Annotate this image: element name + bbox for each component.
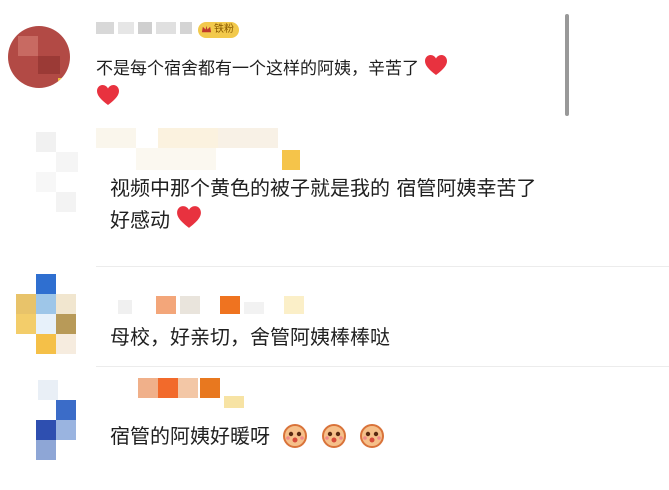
comment-text: 不是每个宿舍都有一个这样的阿姨，辛苦了 — [96, 54, 448, 81]
comment-item: 母校，好亲切，舍管阿姨棒棒哒 — [0, 266, 669, 367]
comment-text-line: 母校，好亲切，舍管阿姨棒棒哒 — [110, 325, 390, 349]
heart-icon — [177, 206, 202, 228]
comment-text-line: 好感动 — [110, 208, 170, 232]
comment-text: 宿管的阿姨好暖呀 — [110, 420, 385, 452]
avatar[interactable] — [14, 274, 76, 356]
comment-text-line: 不是每个宿舍都有一个这样的阿姨，辛苦了 — [96, 59, 419, 79]
comment-text-line: 宿管的阿姨好暖呀 — [110, 424, 270, 448]
scrollbar[interactable] — [565, 14, 569, 116]
heart-icon — [97, 85, 119, 105]
crown-icon — [201, 25, 212, 33]
kiss-face-icon — [321, 424, 346, 448]
username-blurred[interactable] — [96, 20, 196, 36]
username-blurred[interactable] — [96, 128, 306, 174]
comment-text: 视频中那个黄色的被子就是我的 宿管阿姨幸苦了 好感动 — [110, 172, 536, 236]
comment-item: 铁粉 不是每个宿舍都有一个这样的阿姨，辛苦了 — [0, 0, 669, 120]
kiss-face-icon — [360, 424, 385, 448]
comment-text-line-2: 好感动 — [110, 204, 536, 236]
avatar[interactable] — [8, 26, 70, 88]
fan-badge: 铁粉 — [198, 22, 239, 38]
heart-icon — [425, 55, 448, 75]
comment-item: 视频中那个黄色的被子就是我的 宿管阿姨幸苦了 好感动 — [0, 120, 669, 267]
comment-item: 宿管的阿姨好暖呀 — [0, 366, 669, 490]
kiss-face-icon — [283, 424, 308, 448]
comment-text-line: 视频中那个黄色的被子就是我的 宿管阿姨幸苦了 — [110, 176, 537, 200]
avatar[interactable] — [36, 132, 78, 212]
username-blurred[interactable] — [104, 294, 304, 320]
comment-text: 母校，好亲切，舍管阿姨棒棒哒 — [110, 321, 390, 353]
username-blurred[interactable] — [104, 376, 274, 412]
badge-label: 铁粉 — [214, 24, 234, 35]
comment-text-wrap — [96, 84, 120, 108]
avatar[interactable] — [36, 380, 78, 460]
